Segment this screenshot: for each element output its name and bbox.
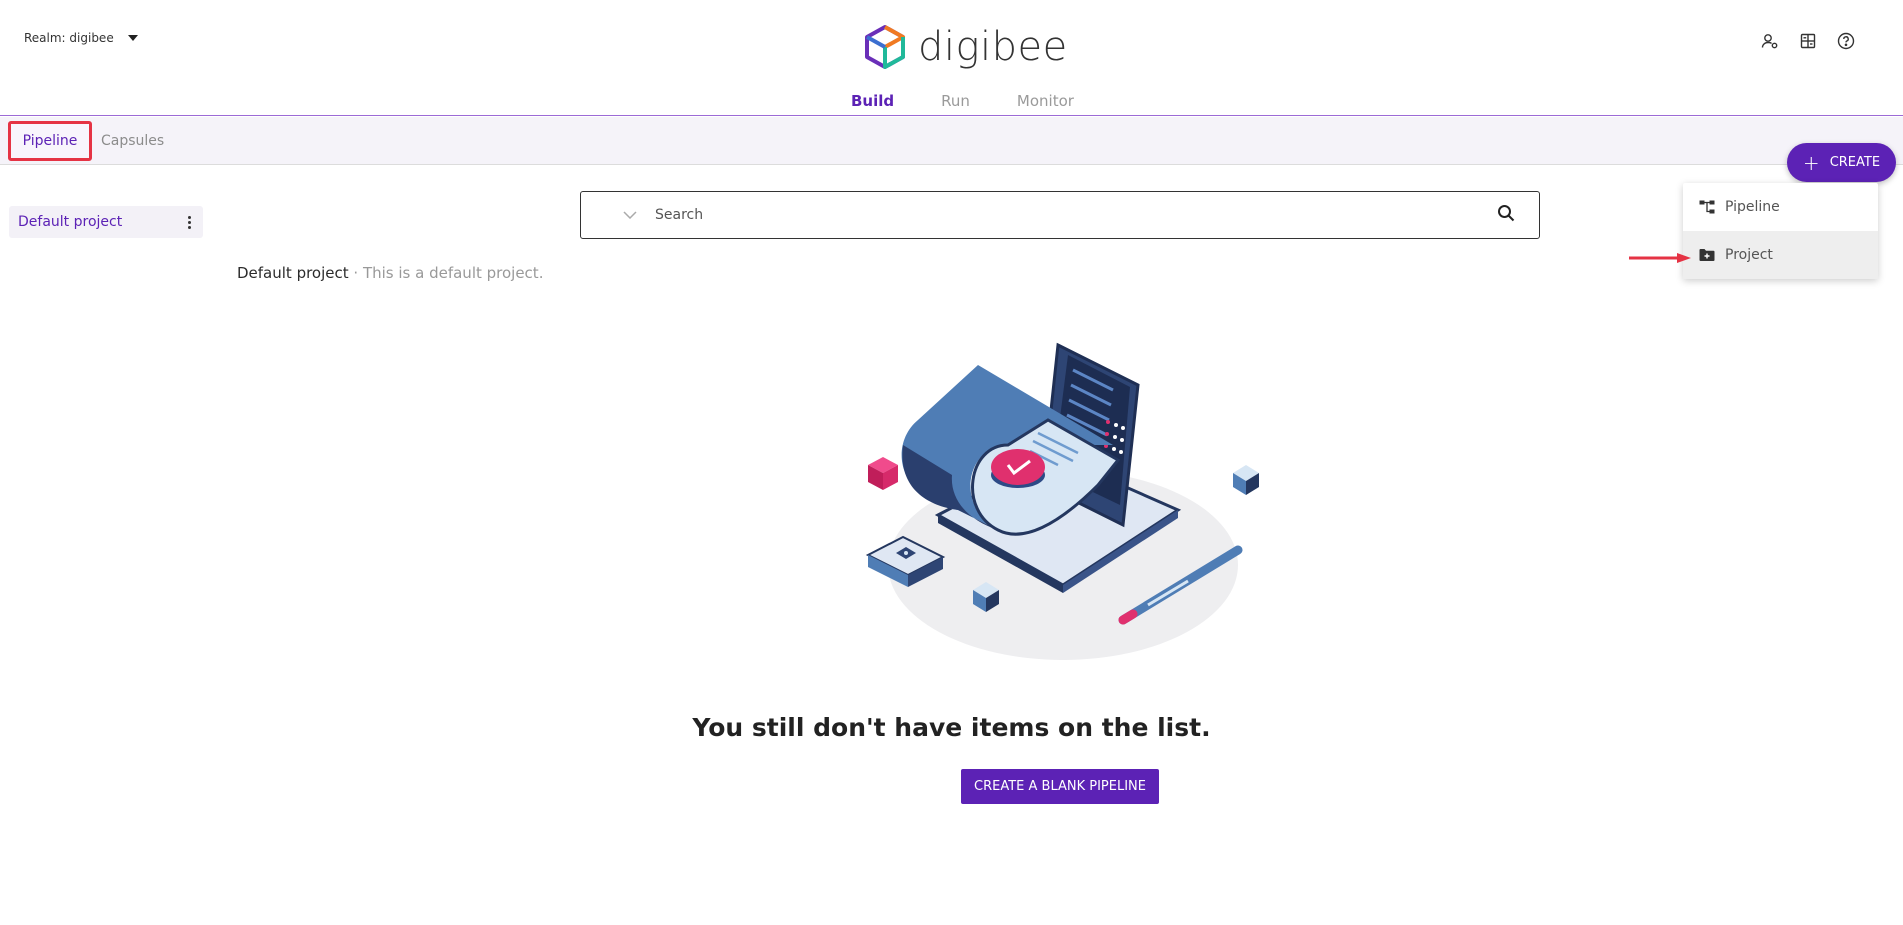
search-bar — [580, 191, 1540, 239]
plus-icon: + — [1802, 150, 1820, 175]
project-description-text: This is a default project. — [362, 264, 544, 282]
subtab-pipeline[interactable]: Pipeline — [8, 121, 92, 161]
create-button-label: CREATE — [1829, 155, 1881, 170]
calculator-icon[interactable] — [1799, 32, 1817, 50]
separator: · — [348, 264, 363, 282]
caret-down-icon — [127, 35, 138, 41]
search-input[interactable] — [655, 207, 1497, 223]
menu-item-label: Pipeline — [1725, 199, 1780, 215]
menu-item-label: Project — [1725, 247, 1773, 263]
project-description: Default project · This is a default proj… — [237, 264, 543, 282]
menu-item-project[interactable]: Project — [1683, 231, 1878, 279]
user-settings-icon[interactable] — [1761, 32, 1779, 50]
realm-selector[interactable]: Realm: digibee — [24, 31, 138, 45]
folder-plus-icon — [1699, 249, 1715, 261]
sidebar-item-default-project[interactable]: Default project — [9, 206, 203, 238]
search-icon[interactable] — [1497, 204, 1515, 226]
create-menu: Pipeline Project — [1683, 183, 1878, 279]
create-button[interactable]: + CREATE — [1787, 143, 1896, 182]
annotation-arrow-icon — [1629, 253, 1691, 263]
project-name: Default project — [237, 264, 349, 282]
realm-label: Realm: digibee — [24, 31, 114, 45]
create-blank-pipeline-button[interactable]: CREATE A BLANK PIPELINE — [961, 769, 1159, 804]
main-tabs: Build Run Monitor — [851, 92, 1074, 110]
empty-state-illustration — [865, 342, 1259, 660]
sidebar-item-label: Default project — [18, 214, 123, 230]
digibee-logo[interactable]: digibee — [862, 24, 1068, 70]
logo-text: digibee — [918, 24, 1068, 70]
tab-build[interactable]: Build — [851, 92, 894, 110]
help-icon[interactable] — [1837, 32, 1855, 50]
tab-monitor[interactable]: Monitor — [1017, 92, 1074, 110]
more-vertical-icon[interactable] — [188, 215, 191, 229]
header-icons — [1761, 32, 1855, 50]
menu-item-pipeline[interactable]: Pipeline — [1683, 183, 1878, 231]
subtab-capsules[interactable]: Capsules — [101, 117, 164, 165]
tab-run[interactable]: Run — [941, 92, 970, 110]
chevron-down-icon[interactable] — [623, 211, 637, 219]
cube-logo-icon — [865, 25, 905, 69]
pipeline-icon — [1699, 200, 1715, 214]
sub-navigation: Pipeline Capsules — [0, 117, 1903, 165]
top-header: Realm: digibee digibee Build Run Monitor — [0, 0, 1903, 116]
empty-state-message: You still don't have items on the list. — [692, 713, 1211, 742]
